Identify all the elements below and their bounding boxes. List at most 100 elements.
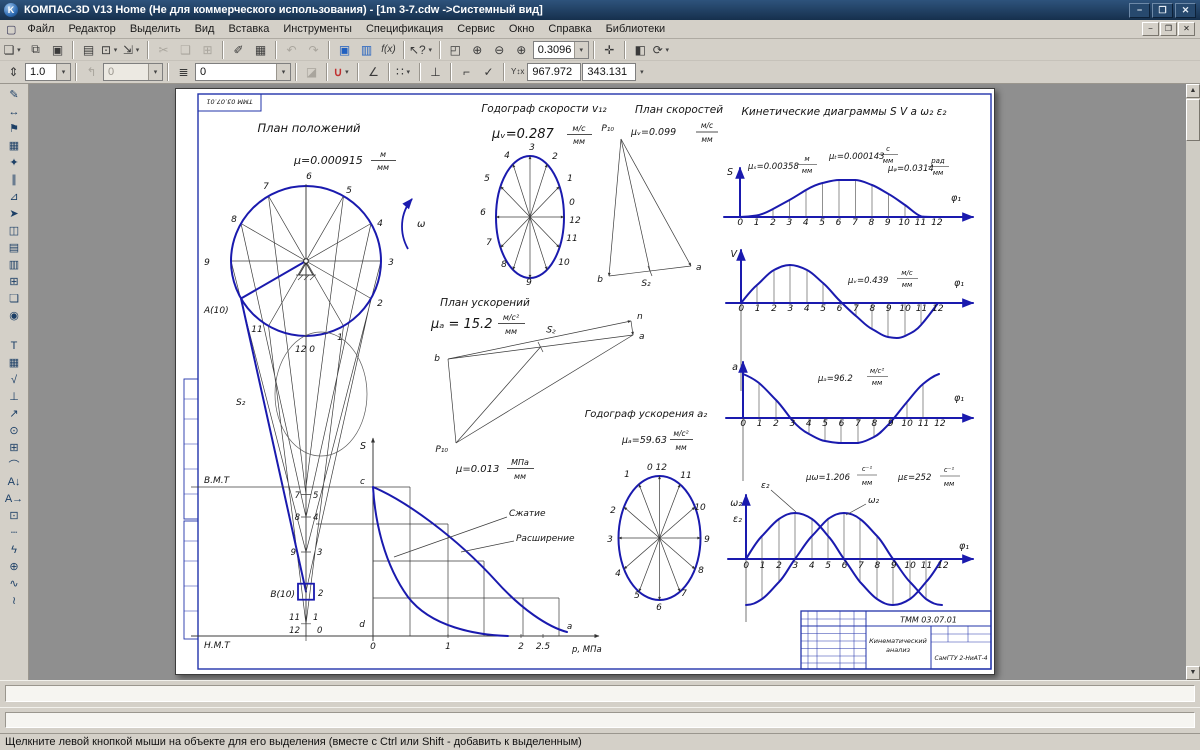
tool-tolerance-frame[interactable]: ⊞ (2, 439, 26, 456)
paste-button[interactable]: ⊞ (197, 40, 218, 59)
tool-reports[interactable]: ▥ (2, 256, 26, 273)
tool-text-right[interactable]: A→ (2, 490, 26, 507)
tool-sheets[interactable]: ❏ (2, 290, 26, 307)
tool-assoc-views[interactable]: ◫ (2, 222, 26, 239)
minimize-button[interactable]: − (1129, 3, 1150, 18)
close-button[interactable]: ✕ (1175, 3, 1196, 18)
dropdown-arrow-icon[interactable]: ▾ (574, 42, 588, 58)
dropdown-arrow-icon[interactable]: ▾ (148, 64, 162, 80)
view-number-combo[interactable]: 0 ▾ (103, 63, 163, 81)
tool-parametrization[interactable]: ∥ (2, 171, 26, 188)
library-manager-button[interactable]: ▣ (334, 40, 355, 59)
dropdown-arrow-icon[interactable]: ▾ (56, 64, 70, 80)
copy-properties-button[interactable]: ✐ (228, 40, 249, 59)
document-params-button[interactable]: ◪ (301, 63, 322, 82)
drawing-workspace[interactable]: ТММ 03.07.01 ТММ 03.07.01 Кинематический… (29, 84, 1186, 680)
menu-item[interactable]: Вставка (221, 22, 276, 36)
zoom-frame-button[interactable]: ◰ (445, 40, 466, 59)
snap-button[interactable]: ∪▾ (332, 63, 353, 82)
cursor-step-button[interactable]: ⇕ (3, 63, 24, 82)
cut-button[interactable]: ✂ (153, 40, 174, 59)
tool-text-down[interactable]: A↓ (2, 473, 26, 490)
dropdown-arrow-icon[interactable]: ▾ (342, 68, 351, 76)
tool-table[interactable]: ▦ (2, 354, 26, 371)
zoom-in-button[interactable]: ⊕ (467, 40, 488, 59)
print-preview-button[interactable]: ⊡▾ (100, 40, 121, 59)
print-button[interactable]: ▤ (78, 40, 99, 59)
dropdown-arrow-icon[interactable]: ▾ (133, 46, 142, 54)
tool-break-line[interactable]: ≀ (2, 592, 26, 609)
dropdown-arrow-icon[interactable]: ▾ (663, 46, 672, 54)
parametric-mode-button[interactable]: ✓ (478, 63, 499, 82)
tool-view-manager[interactable]: ◉ (2, 307, 26, 324)
tool-position[interactable]: ⊙ (2, 422, 26, 439)
tool-center-mark[interactable]: ⊕ (2, 558, 26, 575)
tool-axis-line[interactable]: ┄ (2, 524, 26, 541)
local-cs-button[interactable]: ⊥ (425, 63, 446, 82)
tool-geometry[interactable]: ✎ (2, 86, 26, 103)
assoc-view-button[interactable]: ↰ (81, 63, 102, 82)
coordinate-x-field[interactable]: 343.131 (582, 63, 636, 81)
dropdown-arrow-icon[interactable]: ▾ (14, 46, 23, 54)
zoom-current-button[interactable]: ⊕ (511, 40, 532, 59)
copy-button[interactable]: ❑ (175, 40, 196, 59)
restore-button[interactable]: ❐ (1152, 3, 1173, 18)
tool-text[interactable]: T (2, 337, 26, 354)
open-document-button[interactable]: ⧉ (25, 40, 46, 59)
properties-button[interactable]: ▦ (250, 40, 271, 59)
mdi-restore-button[interactable]: ❐ (1160, 22, 1177, 36)
new-document-button[interactable]: ❏▾ (3, 40, 24, 59)
tool-datum[interactable]: ⊥ (2, 388, 26, 405)
orientation-button[interactable]: ◧ (630, 40, 651, 59)
scrollbar-thumb[interactable] (1186, 99, 1200, 141)
scroll-up-button[interactable]: ▲ (1186, 84, 1200, 98)
tool-designations[interactable]: ⚑ (2, 120, 26, 137)
vertical-scrollbar[interactable]: ▲ ▼ (1186, 84, 1200, 680)
dropdown-arrow-icon[interactable]: ▾ (404, 68, 413, 76)
zoom-scale-combo[interactable]: 0.3096 ▾ (533, 41, 589, 59)
tool-dimensions[interactable]: ↔ (2, 103, 26, 120)
context-help-button[interactable]: ↖?▾ (409, 40, 435, 59)
menu-item[interactable]: Сервис (450, 22, 502, 36)
scroll-down-button[interactable]: ▼ (1186, 666, 1200, 680)
tool-auto-axis[interactable]: ϟ (2, 541, 26, 558)
tool-specification[interactable]: ▤ (2, 239, 26, 256)
dropdown-arrow-icon[interactable]: ▾ (276, 64, 290, 80)
layers-button[interactable]: ≣ (173, 63, 194, 82)
variables-button[interactable]: f(x) (378, 40, 399, 59)
cursor-step-combo[interactable]: 1.0 ▾ (25, 63, 71, 81)
property-panel-field[interactable] (5, 685, 1195, 702)
menu-item[interactable]: Справка (541, 22, 598, 36)
tool-selection[interactable]: ➤ (2, 205, 26, 222)
mdi-close-button[interactable]: ✕ (1178, 22, 1195, 36)
grid-button[interactable]: ∷▾ (394, 63, 415, 82)
tool-leader[interactable]: ↗ (2, 405, 26, 422)
tool-section-line[interactable]: ⌒ (2, 456, 26, 473)
tool-stamp[interactable]: ⊡ (2, 507, 26, 524)
save-button[interactable]: ▣ (47, 40, 68, 59)
menu-item[interactable]: Вид (188, 22, 222, 36)
dropdown-arrow-icon[interactable]: ▾ (111, 46, 120, 54)
typical-elements-button[interactable]: ▥ (356, 40, 377, 59)
menu-item[interactable]: Выделить (123, 22, 188, 36)
dropdown-arrow-icon[interactable]: ▾ (637, 68, 646, 76)
refresh-view-button[interactable]: ⟳▾ (652, 40, 673, 59)
message-panel-field[interactable] (5, 712, 1195, 728)
tool-wavy-line[interactable]: ∿ (2, 575, 26, 592)
tool-build-geometry[interactable]: ▦ (2, 137, 26, 154)
undo-button[interactable]: ↶ (281, 40, 302, 59)
menu-item[interactable]: Окно (502, 22, 542, 36)
layer-combo[interactable]: 0 ▾ (195, 63, 291, 81)
tool-measure[interactable]: ⊿ (2, 188, 26, 205)
zoom-out-button[interactable]: ⊖ (489, 40, 510, 59)
document-system-icon[interactable]: ▢ (6, 23, 16, 36)
ortho-button[interactable]: ⌐ (456, 63, 477, 82)
send-button[interactable]: ⇲▾ (122, 40, 143, 59)
menu-item[interactable]: Редактор (61, 22, 122, 36)
menu-item[interactable]: Файл (20, 22, 61, 36)
mdi-minimize-button[interactable]: − (1142, 22, 1159, 36)
angle-snap-button[interactable]: ∠ (363, 63, 384, 82)
dropdown-arrow-icon[interactable]: ▾ (426, 46, 435, 54)
redo-button[interactable]: ↷ (303, 40, 324, 59)
tool-editing[interactable]: ✦ (2, 154, 26, 171)
